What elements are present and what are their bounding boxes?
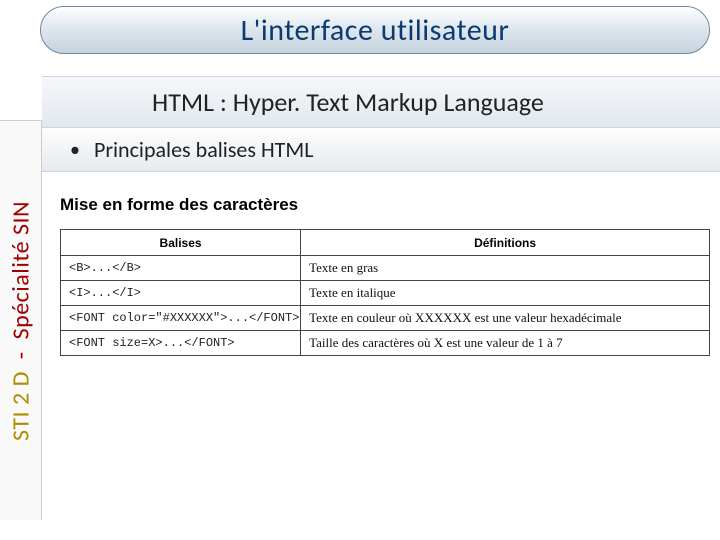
header-balises: Balises [61, 230, 301, 256]
bullet-text: Principales balises HTML [94, 136, 313, 163]
cell-balise: <I>...</I> [61, 281, 301, 306]
sidebar-part2: Spécialité SIN [6, 200, 35, 338]
cell-definition: Texte en couleur où XXXXXX est une valeu… [301, 306, 710, 331]
table-row: <I>...</I> Texte en italique [61, 281, 710, 306]
slide-title: L'interface utilisateur [241, 12, 510, 49]
section-heading: Mise en forme des caractères [60, 195, 710, 215]
cell-definition: Taille des caractères où X est une valeu… [301, 331, 710, 356]
header-definitions: Définitions [301, 230, 710, 256]
subtitle-text: HTML : Hyper. Text Markup Language [152, 86, 544, 118]
title-bar: L'interface utilisateur [40, 6, 710, 54]
bullet-dot-icon: • [70, 138, 80, 162]
content-area: Mise en forme des caractères Balises Déf… [60, 195, 710, 356]
table-header-row: Balises Définitions [61, 230, 710, 256]
tags-table: Balises Définitions <B>...</B> Texte en … [60, 229, 710, 356]
cell-balise: <B>...</B> [61, 256, 301, 281]
cell-balise: <FONT size=X>...</FONT> [61, 331, 301, 356]
sidebar-dash: - [6, 351, 35, 359]
cell-balise: <FONT color="#XXXXXX">...</FONT> [61, 306, 301, 331]
sidebar: STI 2 D - Spécialité SIN [0, 120, 42, 520]
table-row: <FONT size=X>...</FONT> Taille des carac… [61, 331, 710, 356]
sidebar-label: STI 2 D - Spécialité SIN [6, 200, 35, 440]
table-row: <B>...</B> Texte en gras [61, 256, 710, 281]
subtitle-band: HTML : Hyper. Text Markup Language [42, 76, 720, 128]
cell-definition: Texte en italique [301, 281, 710, 306]
bullet-band: • Principales balises HTML [42, 128, 720, 172]
table-row: <FONT color="#XXXXXX">...</FONT> Texte e… [61, 306, 710, 331]
cell-definition: Texte en gras [301, 256, 710, 281]
sidebar-part1: STI 2 D [6, 371, 35, 441]
